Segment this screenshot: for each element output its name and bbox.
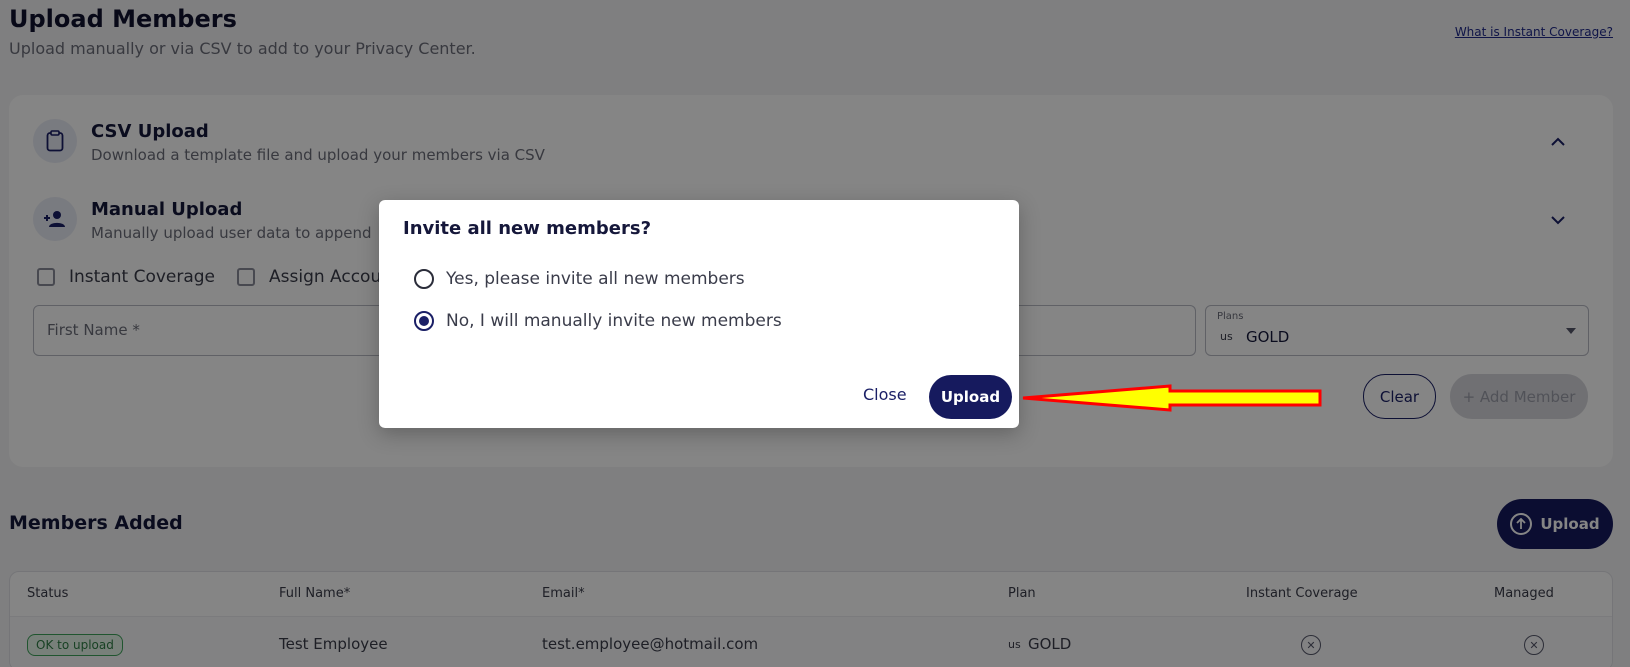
upload-button[interactable]: Upload bbox=[929, 375, 1012, 419]
manual-invite-option[interactable]: No, I will manually invite new members bbox=[414, 311, 782, 331]
annotation-arrow bbox=[1022, 384, 1322, 412]
invite-members-dialog: Invite all new members? Yes, please invi… bbox=[379, 200, 1019, 428]
close-button[interactable]: Close bbox=[863, 385, 907, 404]
invite-all-option[interactable]: Yes, please invite all new members bbox=[414, 269, 745, 289]
radio-button[interactable] bbox=[414, 269, 434, 289]
radio-button-selected[interactable] bbox=[414, 311, 434, 331]
manual-invite-label: No, I will manually invite new members bbox=[446, 311, 782, 331]
dialog-title: Invite all new members? bbox=[403, 218, 652, 239]
invite-all-label: Yes, please invite all new members bbox=[446, 269, 745, 289]
radio-dot bbox=[419, 316, 429, 326]
